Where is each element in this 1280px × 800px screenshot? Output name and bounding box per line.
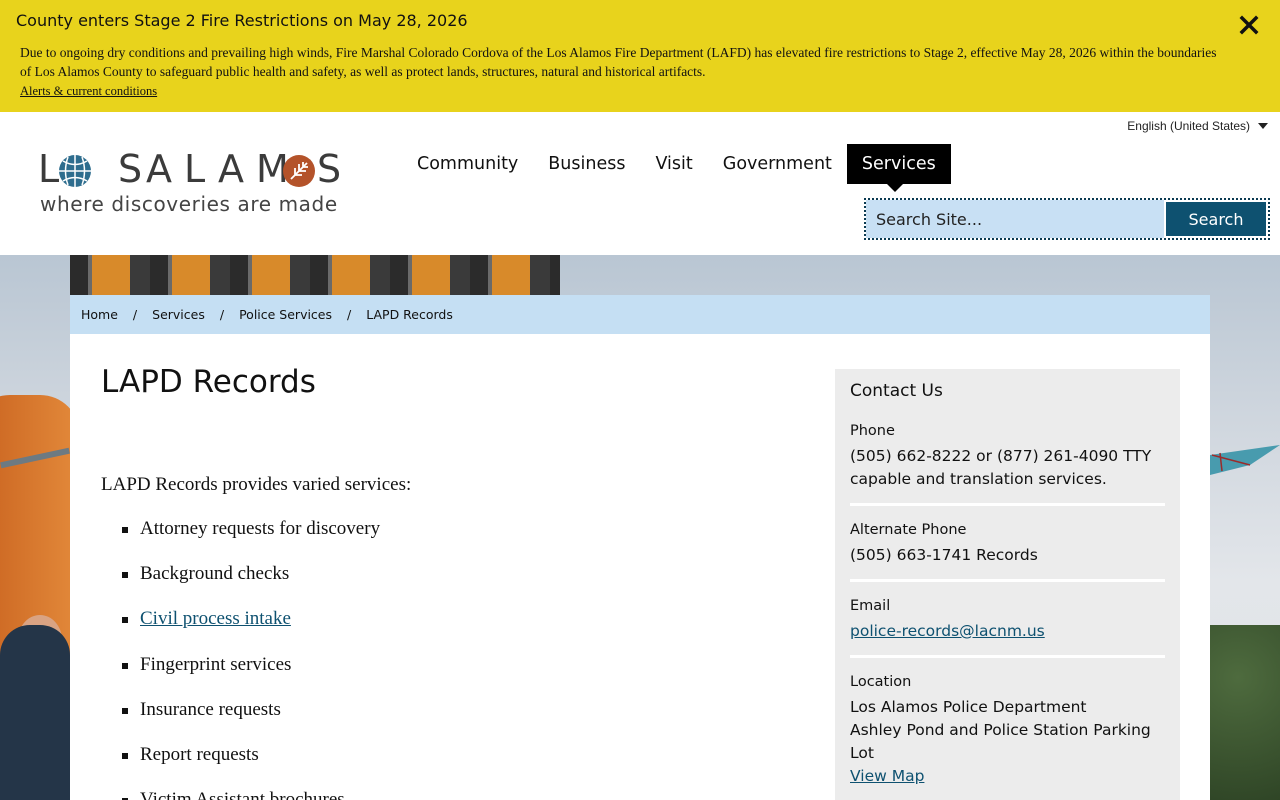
phone-label: Phone (850, 423, 895, 439)
hero-tree (1210, 625, 1280, 800)
list-item: Victim Assistant brochures (122, 785, 380, 800)
alt-phone-value: (505) 663-1741 Records (850, 546, 1038, 564)
search-button[interactable]: Search (1166, 202, 1266, 236)
alert-body: Due to ongoing dry conditions and prevai… (20, 45, 1217, 79)
main-nav: Community Business Visit Government Serv… (402, 144, 951, 192)
contact-location: Location Los Alamos Police Department As… (850, 674, 1165, 788)
nav-visit[interactable]: Visit (640, 144, 707, 184)
svg-text:L: L (38, 150, 59, 190)
hero-spinner (1210, 445, 1280, 475)
svg-text:ALAM: ALAM (146, 150, 301, 190)
alert-title: County enters Stage 2 Fire Restrictions … (16, 11, 468, 30)
location-label: Location (850, 674, 912, 690)
email-label: Email (850, 598, 891, 614)
leaf-icon (283, 155, 315, 187)
breadcrumb-separator: / (132, 307, 138, 322)
globe-icon (59, 155, 91, 187)
list-item: Civil process intake (122, 604, 380, 649)
services-list: Attorney requests for discovery Backgrou… (122, 514, 380, 800)
breadcrumb-home[interactable]: Home (81, 307, 118, 322)
phone-value: (505) 662-8222 or (877) 261-4090 TTY cap… (850, 447, 1152, 488)
location-line1: Los Alamos Police Department (850, 698, 1087, 716)
nav-government[interactable]: Government (708, 144, 847, 184)
location-line2: Ashley Pond and Police Station Parking L… (850, 721, 1151, 762)
breadcrumb-current[interactable]: LAPD Records (366, 307, 453, 322)
hero-playground-structure (70, 255, 560, 295)
nav-community[interactable]: Community (402, 144, 533, 184)
list-item: Fingerprint services (122, 650, 380, 695)
list-item: Insurance requests (122, 695, 380, 740)
breadcrumb: Home / Services / Police Services / LAPD… (70, 295, 1210, 334)
contact-panel: Contact Us Phone (505) 662-8222 or (877)… (835, 369, 1180, 800)
language-selector[interactable]: English (United States) (1127, 119, 1268, 133)
alert-link[interactable]: Alerts & current conditions (20, 84, 157, 99)
search-input[interactable] (866, 200, 1164, 238)
civil-process-link[interactable]: Civil process intake (140, 608, 291, 629)
site-logo[interactable]: L S ALAM S where discoveries are made (38, 150, 348, 220)
nav-services[interactable]: Services (846, 144, 951, 192)
list-item: Background checks (122, 559, 380, 604)
nav-business[interactable]: Business (533, 144, 640, 184)
alert-banner: County enters Stage 2 Fire Restrictions … (0, 0, 1280, 112)
contact-phone: Phone (505) 662-8222 or (877) 261-4090 T… (850, 423, 1165, 506)
close-icon[interactable] (1238, 14, 1260, 36)
email-link[interactable]: police-records@lacnm.us (850, 622, 1045, 640)
breadcrumb-separator: / (219, 307, 225, 322)
page-title: LAPD Records (101, 364, 316, 400)
logo-tagline: where discoveries are made (40, 192, 338, 216)
list-item: Attorney requests for discovery (122, 514, 380, 559)
alt-phone-label: Alternate Phone (850, 522, 967, 538)
content-card: LAPD Records LAPD Records provides varie… (70, 334, 1210, 800)
contact-alt-phone: Alternate Phone (505) 663-1741 Records (850, 522, 1165, 582)
hero-child (0, 625, 70, 800)
breadcrumb-services[interactable]: Services (152, 307, 205, 322)
svg-text:S: S (317, 150, 348, 190)
language-label: English (United States) (1127, 119, 1250, 133)
breadcrumb-separator: / (347, 307, 352, 322)
list-item: Report requests (122, 740, 380, 785)
view-map-link[interactable]: View Map (850, 767, 924, 785)
intro-text: LAPD Records provides varied services: (101, 474, 412, 495)
search-form: Search (864, 198, 1270, 240)
breadcrumb-police-services[interactable]: Police Services (239, 307, 332, 322)
contact-email: Email police-records@lacnm.us (850, 598, 1165, 658)
chevron-down-icon (1258, 123, 1268, 129)
contact-heading: Contact Us (850, 381, 943, 401)
